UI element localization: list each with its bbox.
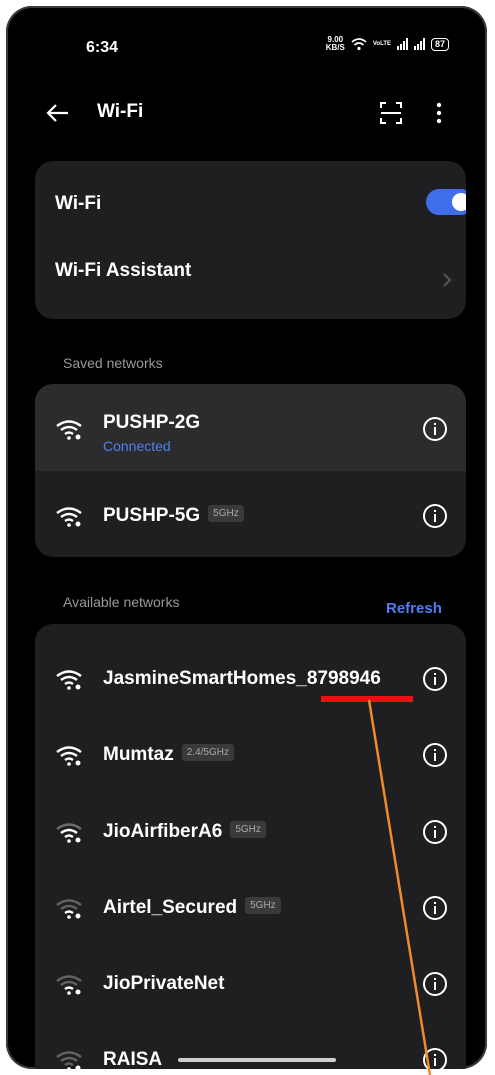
network-name: JioPrivateNet xyxy=(103,973,225,994)
scroll-indicator[interactable] xyxy=(178,1058,336,1062)
wifi-signal-icon xyxy=(56,670,82,690)
wifi-signal-icon xyxy=(56,899,82,919)
info-icon[interactable] xyxy=(423,820,447,844)
info-icon[interactable] xyxy=(423,896,447,920)
scan-icon[interactable] xyxy=(378,100,404,126)
status-icons: 9.00 KB/S VoLTE 87 xyxy=(326,36,449,52)
wifi-signal-icon xyxy=(56,746,82,766)
network-name: PUSHP-5G xyxy=(103,505,201,526)
band-badge: 5GHz xyxy=(230,821,266,839)
wifi-signal-icon xyxy=(56,507,82,527)
phone-screen: 6:34 9.00 KB/S VoLTE 87 Wi-Fi Wi-Fi Wi-F… xyxy=(6,6,487,1069)
wifi-status-icon xyxy=(351,37,367,50)
info-icon[interactable] xyxy=(423,504,447,528)
wifi-signal-icon xyxy=(56,420,82,440)
wifi-settings-card: Wi-Fi Wi-Fi Assistant xyxy=(35,161,466,319)
available-network-row[interactable]: JioAirfiberA6 5GHz xyxy=(35,794,466,870)
network-name-row: JioAirfiberA6 5GHz xyxy=(103,821,266,843)
saved-networks-label: Saved networks xyxy=(63,355,163,371)
info-icon[interactable] xyxy=(423,417,447,441)
more-options-icon[interactable] xyxy=(434,100,444,126)
network-name: JioAirfiberA6 xyxy=(103,821,223,842)
page-title: Wi-Fi xyxy=(97,101,144,122)
band-badge: 5GHz xyxy=(208,505,244,523)
wifi-signal-icon xyxy=(56,975,82,995)
network-name-row: Airtel_Secured 5GHz xyxy=(103,897,281,919)
red-underline-annotation xyxy=(321,696,413,702)
connection-status: Connected xyxy=(103,438,171,454)
volte-icon: VoLTE xyxy=(372,41,391,47)
band-badge: 2.4/5GHz xyxy=(181,744,234,762)
info-icon[interactable] xyxy=(423,1048,447,1069)
back-arrow-icon[interactable] xyxy=(44,99,72,127)
available-network-row[interactable]: Mumtaz 2.4/5GHz xyxy=(35,717,466,793)
toggle-knob xyxy=(452,193,466,211)
band-badge: 5GHz xyxy=(245,897,281,915)
chevron-right-icon xyxy=(443,273,452,287)
info-icon[interactable] xyxy=(423,743,447,767)
saved-networks-card: PUSHP-2G Connected PUSHP-5G 5GHz xyxy=(35,384,466,557)
refresh-button[interactable]: Refresh xyxy=(386,600,442,617)
info-icon[interactable] xyxy=(423,667,447,691)
wifi-toggle[interactable] xyxy=(426,189,466,215)
available-network-row[interactable]: JasmineSmartHomes_8798946 xyxy=(35,641,466,717)
signal-1-icon xyxy=(396,38,408,50)
network-name-row: Mumtaz 2.4/5GHz xyxy=(103,744,234,766)
network-name: PUSHP-2G xyxy=(103,412,201,433)
status-bar: 6:34 9.00 KB/S VoLTE 87 xyxy=(6,6,487,78)
status-time: 6:34 xyxy=(86,39,119,56)
available-network-row[interactable]: JioPrivateNet xyxy=(35,946,466,1022)
network-name: RAISA xyxy=(103,1049,163,1069)
wifi-signal-icon xyxy=(56,823,82,843)
wifi-toggle-row[interactable]: Wi-Fi xyxy=(35,161,466,241)
network-speed: 9.00 KB/S xyxy=(325,35,345,52)
network-name: Mumtaz xyxy=(103,744,174,765)
network-name: JasmineSmartHomes_8798946 xyxy=(103,668,381,689)
signal-2-icon xyxy=(413,38,425,50)
available-networks-label: Available networks xyxy=(63,594,180,610)
wifi-assistant-row[interactable]: Wi-Fi Assistant xyxy=(35,241,466,319)
available-networks-card: JasmineSmartHomes_8798946 Mumtaz 2.4/5GHz xyxy=(35,624,466,1069)
network-name: Airtel_Secured xyxy=(103,897,238,918)
saved-network-row[interactable]: PUSHP-5G 5GHz xyxy=(35,471,466,557)
battery-icon: 87 xyxy=(430,37,449,51)
wifi-label: Wi-Fi xyxy=(55,193,102,214)
available-network-row[interactable]: Airtel_Secured 5GHz xyxy=(35,870,466,946)
saved-network-row[interactable]: PUSHP-2G Connected xyxy=(35,384,466,471)
wifi-signal-icon xyxy=(56,1051,82,1069)
app-header: Wi-Fi xyxy=(6,91,487,135)
info-icon[interactable] xyxy=(423,972,447,996)
wifi-assistant-label: Wi-Fi Assistant xyxy=(55,260,192,281)
network-name-row: PUSHP-5G 5GHz xyxy=(103,505,244,527)
